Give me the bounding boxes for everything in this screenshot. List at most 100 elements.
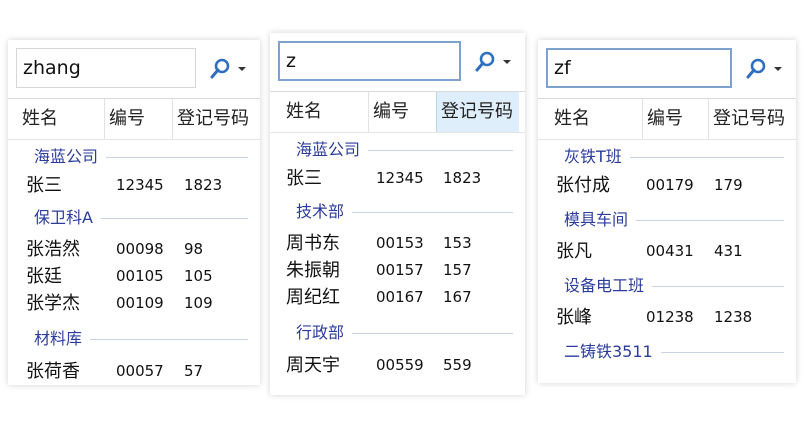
dropdown-arrow-icon[interactable] bbox=[499, 51, 515, 71]
list-header: 姓名 编号 登记号码 bbox=[8, 99, 260, 140]
list-item[interactable]: 朱振朝 00157 157 bbox=[270, 257, 525, 284]
group-header: 行政部 bbox=[270, 318, 525, 348]
search-icon[interactable] bbox=[744, 57, 768, 81]
cell-id: 01238 bbox=[646, 308, 694, 326]
search-bar bbox=[16, 48, 254, 88]
column-header-name[interactable]: 姓名 bbox=[286, 92, 322, 132]
list-item[interactable]: 张浩然 00098 98 bbox=[8, 236, 260, 263]
cell-reg: 1238 bbox=[714, 308, 753, 326]
search-input[interactable] bbox=[16, 48, 196, 88]
cell-reg: 157 bbox=[443, 261, 472, 279]
group-name: 海蓝公司 bbox=[34, 142, 107, 172]
search-icon[interactable] bbox=[208, 57, 232, 81]
result-list: 姓名 编号 登记号码 海蓝公司 张三 12345 1823 技术部 周书东 00… bbox=[270, 91, 525, 395]
list-item[interactable]: 张凡 00431 431 bbox=[538, 238, 796, 265]
cell-name: 张凡 bbox=[556, 241, 592, 262]
cell-name: 周天宇 bbox=[286, 355, 340, 376]
column-header-name[interactable]: 姓名 bbox=[554, 99, 590, 139]
column-header-reg[interactable]: 登记号码 bbox=[436, 92, 519, 132]
cell-name: 张三 bbox=[26, 175, 62, 196]
cell-id: 00057 bbox=[116, 362, 164, 380]
group-name: 设备电工班 bbox=[564, 271, 653, 301]
cell-reg: 57 bbox=[184, 362, 204, 380]
group-header: 保卫科A bbox=[8, 203, 260, 233]
column-header-id[interactable]: 编号 bbox=[368, 92, 434, 132]
cell-id: 00167 bbox=[376, 288, 424, 306]
search-bar bbox=[278, 41, 519, 81]
column-header-id[interactable]: 编号 bbox=[104, 99, 170, 139]
cell-name: 张荷香 bbox=[26, 361, 80, 382]
search-input[interactable] bbox=[278, 41, 461, 81]
cell-id: 00109 bbox=[116, 294, 164, 312]
list-item[interactable]: 张荷香 00057 57 bbox=[8, 358, 260, 385]
search-panel-1: 姓名 编号 登记号码 海蓝公司 张三 12345 1823 保卫科A 张浩然 0… bbox=[8, 40, 260, 385]
dropdown-arrow-icon[interactable] bbox=[770, 58, 786, 78]
group-header: 灰铁T班 bbox=[538, 142, 796, 172]
cell-reg: 1823 bbox=[184, 176, 223, 194]
cell-name: 周书东 bbox=[286, 233, 340, 254]
cell-id: 00179 bbox=[646, 176, 694, 194]
group-header: 模具车间 bbox=[538, 205, 796, 235]
cell-id: 00559 bbox=[376, 356, 424, 374]
result-list: 姓名 编号 登记号码 灰铁T班 张付成 00179 179 模具车间 张凡 00… bbox=[538, 98, 796, 383]
search-panel-3: 姓名 编号 登记号码 灰铁T班 张付成 00179 179 模具车间 张凡 00… bbox=[538, 40, 796, 383]
column-header-reg[interactable]: 登记号码 bbox=[172, 99, 260, 139]
list-item[interactable]: 张学杰 00109 109 bbox=[8, 290, 260, 317]
search-bar bbox=[546, 48, 790, 88]
cell-name: 张峰 bbox=[556, 307, 592, 328]
cell-reg: 179 bbox=[714, 176, 743, 194]
group-name: 二铸铁3511 bbox=[564, 337, 661, 367]
cell-name: 张浩然 bbox=[26, 239, 80, 260]
cell-name: 张付成 bbox=[556, 175, 610, 196]
group-name: 海蓝公司 bbox=[296, 135, 369, 165]
dropdown-arrow-icon[interactable] bbox=[234, 58, 250, 78]
group-header: 二铸铁3511 bbox=[538, 337, 796, 367]
search-icon[interactable] bbox=[473, 50, 497, 74]
cell-id: 12345 bbox=[116, 176, 164, 194]
cell-id: 12345 bbox=[376, 169, 424, 187]
list-item[interactable]: 张廷 00105 105 bbox=[8, 263, 260, 290]
group-header: 材料库 bbox=[8, 324, 260, 354]
cell-name: 朱振朝 bbox=[286, 260, 340, 281]
result-list: 姓名 编号 登记号码 海蓝公司 张三 12345 1823 保卫科A 张浩然 0… bbox=[8, 98, 260, 385]
list-item[interactable]: 张三 12345 1823 bbox=[8, 172, 260, 199]
group-name: 行政部 bbox=[296, 318, 353, 348]
group-header: 海蓝公司 bbox=[8, 142, 260, 172]
cell-name: 周纪红 bbox=[286, 287, 340, 308]
cell-reg: 109 bbox=[184, 294, 213, 312]
list-item[interactable]: 张付成 00179 179 bbox=[538, 172, 796, 199]
cell-name: 张三 bbox=[286, 168, 322, 189]
group-name: 保卫科A bbox=[34, 203, 101, 233]
group-header: 海蓝公司 bbox=[270, 135, 525, 165]
list-item[interactable]: 周纪红 00167 167 bbox=[270, 284, 525, 311]
list-header: 姓名 编号 登记号码 bbox=[270, 92, 525, 133]
group-name: 材料库 bbox=[34, 324, 91, 354]
cell-id: 00153 bbox=[376, 234, 424, 252]
cell-id: 00157 bbox=[376, 261, 424, 279]
list-item[interactable]: 张峰 01238 1238 bbox=[538, 304, 796, 331]
cell-reg: 559 bbox=[443, 356, 472, 374]
list-item[interactable]: 张三 12345 1823 bbox=[270, 165, 525, 192]
cell-reg: 431 bbox=[714, 242, 743, 260]
list-item[interactable]: 周天宇 00559 559 bbox=[270, 352, 525, 379]
cell-name: 张廷 bbox=[26, 266, 62, 287]
cell-reg: 1823 bbox=[443, 169, 482, 187]
column-header-id[interactable]: 编号 bbox=[642, 99, 706, 139]
cell-reg: 98 bbox=[184, 240, 204, 258]
column-header-name[interactable]: 姓名 bbox=[22, 99, 58, 139]
cell-id: 00431 bbox=[646, 242, 694, 260]
column-header-reg[interactable]: 登记号码 bbox=[708, 99, 796, 139]
cell-name: 张学杰 bbox=[26, 293, 80, 314]
cell-id: 00098 bbox=[116, 240, 164, 258]
cell-reg: 167 bbox=[443, 288, 472, 306]
group-name: 灰铁T班 bbox=[564, 142, 630, 172]
search-input[interactable] bbox=[546, 48, 732, 88]
group-name: 模具车间 bbox=[564, 205, 637, 235]
group-header: 设备电工班 bbox=[538, 271, 796, 301]
list-header: 姓名 编号 登记号码 bbox=[538, 99, 796, 140]
cell-reg: 153 bbox=[443, 234, 472, 252]
cell-id: 00105 bbox=[116, 267, 164, 285]
cell-reg: 105 bbox=[184, 267, 213, 285]
search-panel-2: 姓名 编号 登记号码 海蓝公司 张三 12345 1823 技术部 周书东 00… bbox=[270, 33, 525, 395]
list-item[interactable]: 周书东 00153 153 bbox=[270, 230, 525, 257]
